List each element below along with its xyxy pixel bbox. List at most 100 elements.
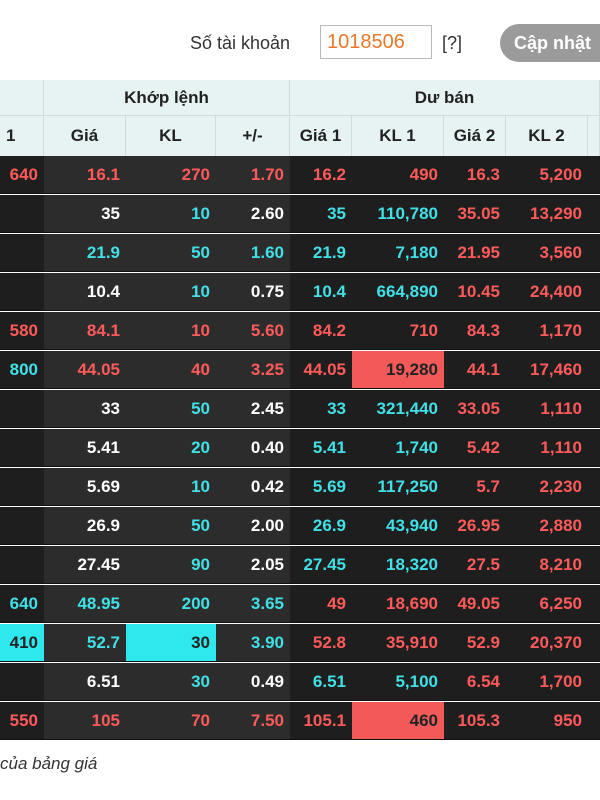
ask1-volume-cell: 7,180 bbox=[352, 234, 444, 272]
ask1-price-cell: 52.8 bbox=[290, 624, 352, 662]
bid-volume-cell bbox=[0, 195, 44, 233]
table-row[interactable]: 640 48.95 200 3.65 49 18,690 49.05 6,250 bbox=[0, 585, 600, 624]
match-volume-cell: 50 bbox=[126, 507, 216, 545]
match-price-cell: 84.1 bbox=[44, 312, 126, 350]
table-row[interactable]: 21.9 50 1.60 21.9 7,180 21.95 3,560 bbox=[0, 234, 600, 273]
match-volume-cell: 270 bbox=[126, 156, 216, 194]
ask1-volume-cell: 43,940 bbox=[352, 507, 444, 545]
next-column-cell bbox=[588, 702, 600, 740]
next-column-cell bbox=[588, 351, 600, 389]
table-row[interactable]: 33 50 2.45 33 321,440 33.05 1,110 bbox=[0, 390, 600, 429]
ask1-price-cell: 10.4 bbox=[290, 273, 352, 311]
match-volume-cell: 30 bbox=[126, 624, 216, 662]
table-row[interactable]: 6.51 30 0.49 6.51 5,100 6.54 1,700 bbox=[0, 663, 600, 702]
bid-volume-cell: 800 bbox=[0, 351, 44, 389]
ask2-price-cell: 6.54 bbox=[444, 663, 506, 701]
ask2-price-cell: 5.7 bbox=[444, 468, 506, 506]
bid-volume-cell bbox=[0, 546, 44, 584]
ask2-volume-cell: 950 bbox=[506, 702, 588, 740]
ask1-price-cell: 44.05 bbox=[290, 351, 352, 389]
ask2-volume-cell: 5,200 bbox=[506, 156, 588, 194]
bid-volume-cell: 640 bbox=[0, 156, 44, 194]
table-row[interactable]: 35 10 2.60 35 110,780 35.05 13,290 bbox=[0, 195, 600, 234]
match-price-cell: 5.41 bbox=[44, 429, 126, 467]
ask2-price-cell: 10.45 bbox=[444, 273, 506, 311]
next-column-cell bbox=[588, 585, 600, 623]
col-header-next[interactable] bbox=[588, 116, 600, 156]
ask1-volume-cell: 664,890 bbox=[352, 273, 444, 311]
table-row[interactable]: 5.41 20 0.40 5.41 1,740 5.42 1,110 bbox=[0, 429, 600, 468]
table-row[interactable]: 800 44.05 40 3.25 44.05 19,280 44.1 17,460 bbox=[0, 351, 600, 390]
ask2-volume-cell: 17,460 bbox=[506, 351, 588, 389]
bid-volume-cell bbox=[0, 468, 44, 506]
match-price-cell: 52.7 bbox=[44, 624, 126, 662]
ask1-volume-cell: 321,440 bbox=[352, 390, 444, 428]
ask1-volume-cell: 5,100 bbox=[352, 663, 444, 701]
ask1-volume-cell: 19,280 bbox=[352, 351, 444, 389]
account-label: Số tài khoản bbox=[190, 33, 291, 53]
table-row[interactable]: 5.69 10 0.42 5.69 117,250 5.7 2,230 bbox=[0, 468, 600, 507]
col-header-ask2-price[interactable]: Giá 2 bbox=[444, 116, 506, 156]
change-cell: 3.65 bbox=[216, 585, 290, 623]
account-number-input[interactable] bbox=[320, 25, 432, 59]
next-column-cell bbox=[588, 624, 600, 662]
ask2-volume-cell: 1,170 bbox=[506, 312, 588, 350]
match-price-cell: 105 bbox=[44, 702, 126, 740]
bid-volume-cell bbox=[0, 273, 44, 311]
ask1-price-cell: 5.69 bbox=[290, 468, 352, 506]
ask1-volume-cell: 1,740 bbox=[352, 429, 444, 467]
next-column-cell bbox=[588, 312, 600, 350]
col-header-ask1-volume[interactable]: KL 1 bbox=[352, 116, 444, 156]
col-header-match-volume[interactable]: KL bbox=[126, 116, 216, 156]
change-cell: 2.00 bbox=[216, 507, 290, 545]
ask2-price-cell: 33.05 bbox=[444, 390, 506, 428]
col-header-match-price[interactable]: Giá bbox=[44, 116, 126, 156]
table-row[interactable]: 550 105 70 7.50 105.1 460 105.3 950 bbox=[0, 702, 600, 741]
header-group-bid bbox=[0, 80, 44, 116]
change-cell: 3.25 bbox=[216, 351, 290, 389]
ask2-price-cell: 49.05 bbox=[444, 585, 506, 623]
table-row[interactable]: 27.45 90 2.05 27.45 18,320 27.5 8,210 bbox=[0, 546, 600, 585]
ask2-price-cell: 5.42 bbox=[444, 429, 506, 467]
col-header-bid-vol[interactable]: 1 bbox=[0, 116, 44, 156]
bid-volume-cell: 410 bbox=[0, 624, 44, 662]
bid-volume-cell bbox=[0, 390, 44, 428]
match-price-cell: 44.05 bbox=[44, 351, 126, 389]
match-price-cell: 35 bbox=[44, 195, 126, 233]
match-volume-cell: 10 bbox=[126, 468, 216, 506]
col-header-change[interactable]: +/- bbox=[216, 116, 290, 156]
ask1-volume-cell: 490 bbox=[352, 156, 444, 194]
help-link[interactable]: [?] bbox=[442, 33, 462, 54]
table-row[interactable]: 410 52.7 30 3.90 52.8 35,910 52.9 20,370 bbox=[0, 624, 600, 663]
change-cell: 1.70 bbox=[216, 156, 290, 194]
ask1-price-cell: 16.2 bbox=[290, 156, 352, 194]
ask2-volume-cell: 1,700 bbox=[506, 663, 588, 701]
ask1-volume-cell: 460 bbox=[352, 702, 444, 740]
col-header-ask1-price[interactable]: Giá 1 bbox=[290, 116, 352, 156]
table-row[interactable]: 640 16.1 270 1.70 16.2 490 16.3 5,200 bbox=[0, 156, 600, 195]
table-row[interactable]: 580 84.1 10 5.60 84.2 710 84.3 1,170 bbox=[0, 312, 600, 351]
ask1-price-cell: 21.9 bbox=[290, 234, 352, 272]
next-column-cell bbox=[588, 156, 600, 194]
table-row[interactable]: 10.4 10 0.75 10.4 664,890 10.45 24,400 bbox=[0, 273, 600, 312]
match-volume-cell: 30 bbox=[126, 663, 216, 701]
match-volume-cell: 70 bbox=[126, 702, 216, 740]
match-price-cell: 33 bbox=[44, 390, 126, 428]
table-row[interactable]: 26.9 50 2.00 26.9 43,940 26.95 2,880 bbox=[0, 507, 600, 546]
ask2-price-cell: 26.95 bbox=[444, 507, 506, 545]
change-cell: 2.45 bbox=[216, 390, 290, 428]
change-cell: 0.75 bbox=[216, 273, 290, 311]
update-button[interactable]: Cập nhật bbox=[500, 24, 600, 62]
change-cell: 0.49 bbox=[216, 663, 290, 701]
ask1-volume-cell: 18,690 bbox=[352, 585, 444, 623]
next-column-cell bbox=[588, 468, 600, 506]
next-column-cell bbox=[588, 234, 600, 272]
ask2-volume-cell: 20,370 bbox=[506, 624, 588, 662]
ask1-volume-cell: 18,320 bbox=[352, 546, 444, 584]
bid-volume-cell: 550 bbox=[0, 702, 44, 740]
col-header-ask2-volume[interactable]: KL 2 bbox=[506, 116, 588, 156]
match-price-cell: 48.95 bbox=[44, 585, 126, 623]
ask1-price-cell: 27.45 bbox=[290, 546, 352, 584]
ask1-price-cell: 33 bbox=[290, 390, 352, 428]
match-volume-cell: 50 bbox=[126, 234, 216, 272]
